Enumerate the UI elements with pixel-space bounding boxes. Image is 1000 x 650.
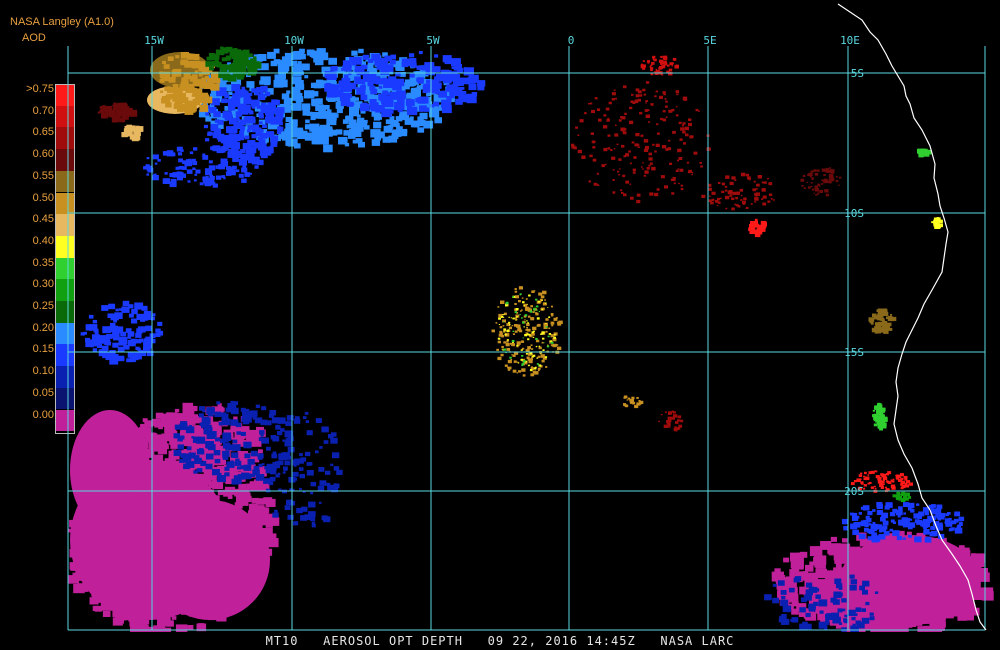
aerosol-field xyxy=(68,46,994,632)
footer-caption: MT10 AEROSOL OPT DEPTH 09 22, 2016 14:45… xyxy=(265,634,735,648)
longitude-label: 5W xyxy=(426,34,440,47)
longitude-label: 5E xyxy=(703,34,716,47)
latitude-label: 5S xyxy=(851,67,864,80)
longitude-label: 10E xyxy=(840,34,860,47)
latitude-label: 15S xyxy=(844,346,864,359)
aod-map: 15W 10W 5W 0 5E 10E 5S 10S 15S 20S xyxy=(67,3,994,632)
longitude-label: 0 xyxy=(568,34,575,47)
latitude-label: 10S xyxy=(844,207,864,220)
longitude-label: 10W xyxy=(284,34,304,47)
longitude-label: 15W xyxy=(144,34,164,47)
latitude-label: 20S xyxy=(844,485,864,498)
